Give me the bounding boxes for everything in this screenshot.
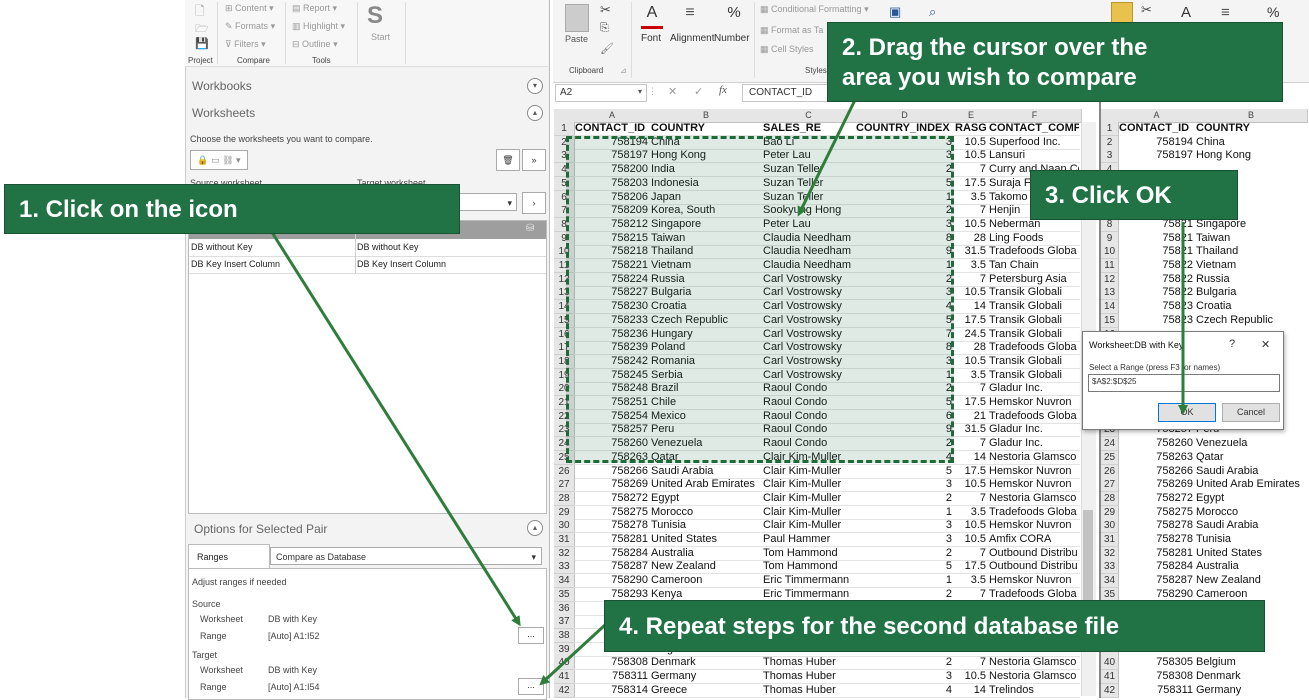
callout-step2-line2: area you wish to compare xyxy=(842,64,1137,91)
arrow-step2 xyxy=(797,99,857,217)
instruction-arrows xyxy=(266,99,1188,686)
arrow-step4 xyxy=(539,623,607,686)
arrow-step1 xyxy=(266,225,521,627)
callout-step2: 2. Drag the cursor over the area you wis… xyxy=(827,22,1283,102)
callout-step2-line1: 2. Drag the cursor over the xyxy=(842,34,1148,61)
callout-step1: 1. Click on the icon xyxy=(4,184,460,234)
callout-step3: 3. Click OK xyxy=(1030,170,1238,220)
callout-step4: 4. Repeat steps for the second database … xyxy=(604,600,1265,652)
